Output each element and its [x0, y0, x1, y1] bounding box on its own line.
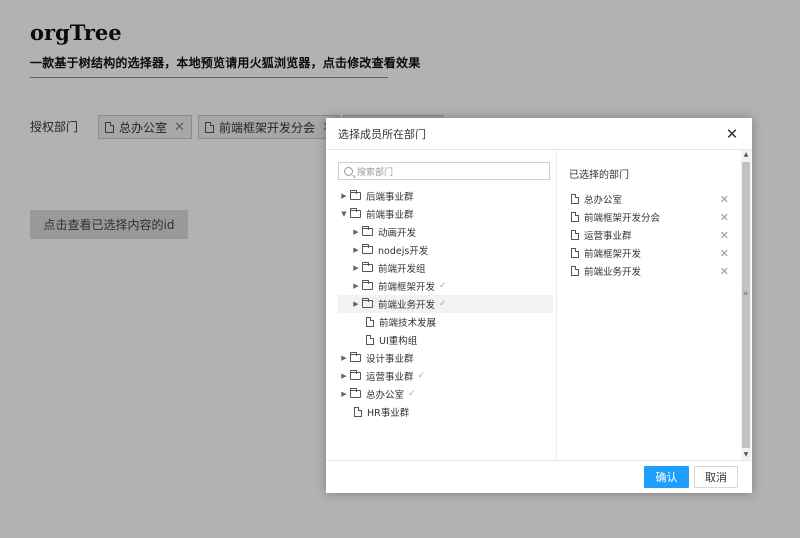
- caret-right-icon[interactable]: ▶: [350, 282, 362, 290]
- dialog-scrollbar[interactable]: ▲ ≡ ▼: [741, 150, 751, 460]
- caret-right-icon[interactable]: ▶: [350, 246, 362, 254]
- selected-item: 前端框架开发分会 ✕: [571, 208, 729, 226]
- tree-node-label: 前端技术发展: [379, 318, 437, 329]
- document-icon: [571, 266, 579, 276]
- selected-item-label: 前端框架开发: [584, 249, 642, 260]
- tree-node[interactable]: ▶ 总办公室 ✓: [338, 385, 553, 403]
- selected-list: 总办公室 ✕ 前端框架开发分会 ✕ 运营事业群 ✕ 前端框架开发 ✕ 前端业务开发 ✕: [571, 190, 729, 280]
- document-icon: [571, 194, 579, 204]
- remove-icon[interactable]: ✕: [720, 265, 729, 278]
- dialog-title: 选择成员所在部门: [338, 127, 426, 141]
- tree-node-label: 运营事业群: [366, 372, 414, 383]
- selected-item: 运营事业群 ✕: [571, 226, 729, 244]
- search-icon: [344, 166, 353, 176]
- selected-item: 前端框架开发 ✕: [571, 244, 729, 262]
- caret-right-icon[interactable]: ▶: [350, 228, 362, 236]
- caret-right-icon[interactable]: ▶: [338, 192, 350, 200]
- cancel-button[interactable]: 取消: [694, 466, 738, 488]
- tree-node[interactable]: ▶ 前端开发组: [338, 259, 553, 277]
- folder-icon: [362, 262, 373, 272]
- document-icon: [354, 407, 362, 417]
- tree-node[interactable]: ▶ 动画开发: [338, 223, 553, 241]
- caret-right-icon[interactable]: ▶: [350, 300, 362, 308]
- selected-item-label: 前端业务开发: [584, 267, 642, 278]
- selected-item-label: 前端框架开发分会: [584, 213, 661, 224]
- tree-node-label: HR事业群: [367, 408, 410, 419]
- caret-right-icon[interactable]: ▶: [338, 390, 350, 398]
- tree-node-label: 后端事业群: [366, 192, 414, 203]
- selected-item-label: 运营事业群: [584, 231, 632, 242]
- dialog-body: 搜索部门 ▶ 后端事业群 ▼ 前端事业群 ▶ 动画开发 ▶ nodejs开发 ▶ 前端开发组 ▶ 前端…: [326, 150, 741, 460]
- department-tree-pane: 搜索部门 ▶ 后端事业群 ▼ 前端事业群 ▶ 动画开发 ▶ nodejs开发 ▶ 前端开发组 ▶ 前端…: [338, 162, 553, 452]
- folder-icon: [350, 370, 361, 380]
- document-icon: [366, 335, 374, 345]
- tree-node-label: 前端事业群: [366, 210, 414, 221]
- folder-icon: [350, 190, 361, 200]
- scroll-grip-icon: ≡: [743, 290, 749, 297]
- tree-node[interactable]: ▶ 设计事业群: [338, 349, 553, 367]
- folder-icon: [362, 280, 373, 290]
- checkmark-icon: ✓: [417, 371, 426, 381]
- search-input[interactable]: 搜索部门: [338, 162, 550, 180]
- folder-icon: [362, 298, 373, 308]
- document-icon: [571, 230, 579, 240]
- folder-icon: [350, 208, 361, 218]
- document-icon: [366, 317, 374, 327]
- selected-departments-pane: 已选择的部门 总办公室 ✕ 前端框架开发分会 ✕ 运营事业群 ✕ 前端框架开发 ✕ 前端业务开发…: [556, 150, 741, 460]
- folder-icon: [362, 226, 373, 236]
- tree-node[interactable]: UI重构组: [338, 331, 553, 349]
- tree-node-label: 总办公室: [366, 390, 405, 401]
- remove-icon[interactable]: ✕: [720, 211, 729, 224]
- tree-node[interactable]: ▶ 运营事业群 ✓: [338, 367, 553, 385]
- confirm-button[interactable]: 确认: [644, 466, 689, 488]
- department-select-dialog: 选择成员所在部门 ✕ 搜索部门 ▶ 后端事业群 ▼ 前端事业群 ▶ 动画开发 ▶ nodejs…: [326, 118, 752, 493]
- close-icon[interactable]: ✕: [724, 125, 740, 143]
- scroll-up-arrow-icon[interactable]: ▲: [741, 150, 751, 160]
- document-icon: [571, 248, 579, 258]
- tree-node-label: nodejs开发: [378, 246, 429, 257]
- checkmark-icon: ✓: [439, 281, 447, 291]
- caret-right-icon[interactable]: ▶: [338, 372, 350, 380]
- tree-node-label: 设计事业群: [366, 354, 414, 365]
- dialog-footer: 确认 取消: [326, 460, 752, 493]
- caret-right-icon[interactable]: ▶: [338, 354, 350, 362]
- checkmark-icon: ✓: [439, 299, 447, 309]
- folder-icon: [350, 352, 361, 362]
- selected-item: 前端业务开发 ✕: [571, 262, 729, 280]
- checkmark-icon: ✓: [408, 389, 416, 399]
- selected-item-label: 总办公室: [584, 195, 623, 206]
- tree-node-label: 动画开发: [378, 228, 417, 239]
- scroll-thumb[interactable]: [742, 162, 750, 448]
- department-tree: ▶ 后端事业群 ▼ 前端事业群 ▶ 动画开发 ▶ nodejs开发 ▶ 前端开发组 ▶ 前端框架开发 ✓…: [338, 187, 553, 421]
- dialog-header: 选择成员所在部门 ✕: [326, 118, 752, 150]
- tree-node[interactable]: ▼ 前端事业群: [338, 205, 553, 223]
- search-placeholder: 搜索部门: [357, 167, 394, 178]
- remove-icon[interactable]: ✕: [720, 193, 729, 206]
- folder-icon: [362, 244, 373, 254]
- scroll-down-arrow-icon[interactable]: ▼: [741, 450, 751, 460]
- tree-node-label: 前端业务开发: [378, 300, 436, 311]
- selected-title: 已选择的部门: [569, 170, 629, 181]
- remove-icon[interactable]: ✕: [720, 229, 729, 242]
- tree-node-label: UI重构组: [379, 336, 418, 347]
- remove-icon[interactable]: ✕: [720, 247, 729, 260]
- caret-right-icon[interactable]: ▶: [350, 264, 362, 272]
- tree-node-label: 前端开发组: [378, 264, 426, 275]
- tree-node[interactable]: 前端技术发展: [338, 313, 553, 331]
- tree-node[interactable]: HR事业群: [338, 403, 553, 421]
- caret-down-icon[interactable]: ▼: [338, 210, 350, 218]
- tree-node[interactable]: ▶ 后端事业群: [338, 187, 553, 205]
- tree-node[interactable]: ▶ 前端框架开发 ✓: [338, 277, 553, 295]
- folder-icon: [350, 388, 361, 398]
- tree-node[interactable]: ▶ nodejs开发: [338, 241, 553, 259]
- selected-item: 总办公室 ✕: [571, 190, 729, 208]
- tree-node[interactable]: ▶ 前端业务开发 ✓: [338, 295, 553, 313]
- document-icon: [571, 212, 579, 222]
- tree-node-label: 前端框架开发: [378, 282, 436, 293]
